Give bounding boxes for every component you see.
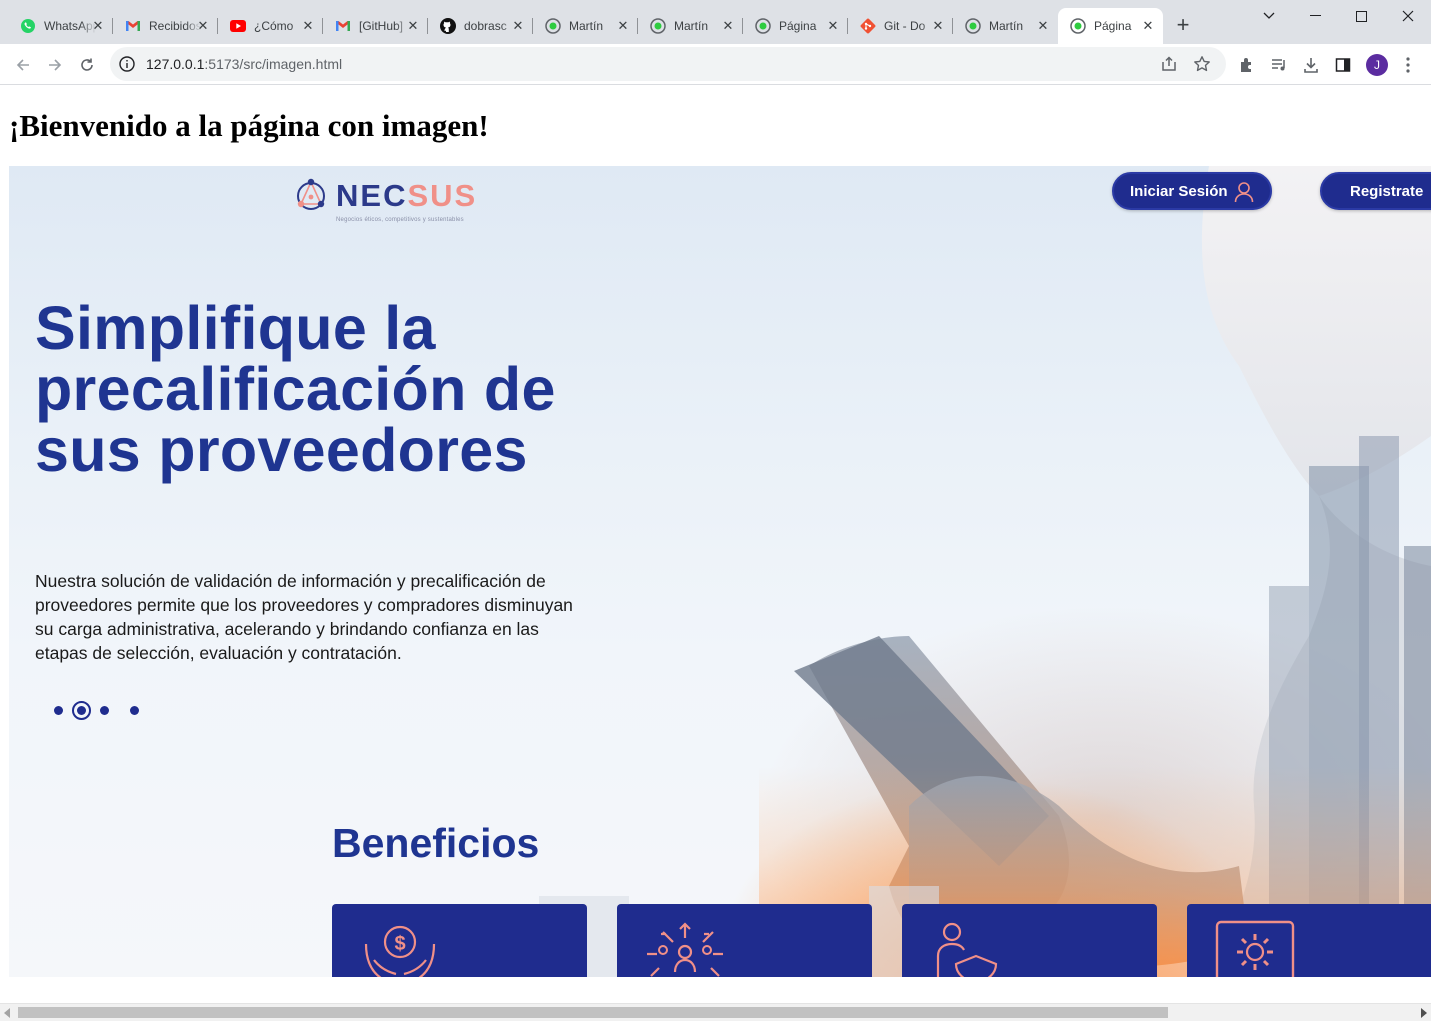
site-icon [650, 18, 666, 34]
money-hands-icon: $ [364, 925, 436, 977]
address-bar[interactable]: 127.0.0.1:5173/src/imagen.html [110, 47, 1226, 81]
menu-kebab-icon[interactable] [1398, 55, 1418, 75]
tab-title: Página [1094, 19, 1132, 33]
git-icon [860, 18, 876, 34]
close-tab-icon[interactable]: ✕ [826, 19, 840, 33]
benefits-heading: Beneficios [332, 820, 540, 866]
forward-button[interactable] [42, 52, 68, 78]
benefit-card[interactable] [617, 904, 872, 977]
close-tab-icon[interactable]: ✕ [1036, 19, 1050, 33]
tab-gmail-inbox[interactable]: Recibidos ✕ [113, 8, 218, 44]
hero-banner: NECSUS Negocios éticos, competitivos y s… [9, 166, 1431, 977]
register-button[interactable]: Registrate [1320, 172, 1431, 210]
tab-site[interactable]: Martín ✕ [953, 8, 1058, 44]
benefit-card[interactable] [902, 904, 1157, 977]
download-icon[interactable] [1301, 55, 1321, 75]
necsus-logo[interactable]: NECSUS Negocios éticos, competitivos y s… [293, 172, 493, 227]
tab-title: Martín [674, 19, 709, 33]
settings-window-icon [1215, 920, 1295, 977]
user-icon [1234, 182, 1254, 203]
hero-description: Nuestra solución de validación de inform… [35, 571, 573, 663]
close-tab-icon[interactable]: ✕ [406, 19, 420, 33]
media-controls-icon[interactable] [1269, 55, 1289, 75]
tab-youtube[interactable]: ¿Cómo ✕ [218, 8, 323, 44]
login-label: Iniciar Sesión [1130, 182, 1228, 200]
url-host: 127.0.0.1 [146, 56, 205, 72]
whatsapp-icon [20, 18, 36, 34]
side-panel-icon[interactable] [1333, 55, 1353, 75]
tab-github[interactable]: dobrasc ✕ [428, 8, 533, 44]
url-path: :5173/src/imagen.html [204, 56, 343, 72]
person-shield-icon [936, 922, 998, 977]
carousel-dot[interactable] [100, 706, 109, 715]
browser-toolbar: 127.0.0.1:5173/src/imagen.html J [0, 44, 1431, 85]
github-icon [440, 18, 456, 34]
share-icon[interactable] [1160, 55, 1178, 73]
network-molecule-icon [297, 178, 325, 210]
benefit-card[interactable]: $ [332, 904, 587, 977]
close-window-button[interactable] [1385, 0, 1431, 32]
carousel-dot[interactable] [54, 706, 63, 715]
close-tab-icon[interactable]: ✕ [721, 19, 735, 33]
gmail-icon [335, 18, 351, 34]
site-icon [1070, 18, 1086, 34]
gmail-icon [125, 18, 141, 34]
svg-text:$: $ [394, 933, 405, 955]
maximize-button[interactable] [1338, 0, 1384, 32]
back-button[interactable] [10, 52, 36, 78]
tab-title: Recibidos [149, 19, 201, 33]
close-tab-icon[interactable]: ✕ [1141, 19, 1155, 33]
tab-title: dobrasc [464, 19, 507, 33]
site-icon [755, 18, 771, 34]
close-tab-icon[interactable]: ✕ [616, 19, 630, 33]
carousel-dot-active[interactable] [72, 701, 91, 720]
carousel-indicators [50, 700, 150, 720]
site-icon [545, 18, 561, 34]
tab-title: Git - Do [884, 19, 926, 33]
tab-title: Martín [569, 19, 604, 33]
hero-title: Simplifique la precalificación de sus pr… [35, 294, 556, 484]
tab-site[interactable]: Página ✕ [743, 8, 848, 44]
network-people-icon [647, 922, 723, 977]
tab-title: WhatsApp [44, 19, 96, 33]
url-text[interactable]: 127.0.0.1:5173/src/imagen.html [146, 56, 342, 72]
scroll-left-arrow-icon[interactable] [4, 1008, 10, 1018]
tab-active[interactable]: Página ✕ [1058, 8, 1163, 44]
tab-strip: WhatsApp ✕ Recibidos ✕ ¿Cómo ✕ [GitHub] … [0, 0, 1431, 44]
close-tab-icon[interactable]: ✕ [196, 19, 210, 33]
site-info-icon[interactable] [118, 55, 136, 73]
tab-site[interactable]: Martín ✕ [533, 8, 638, 44]
reload-button[interactable] [74, 52, 100, 78]
tab-git-docs[interactable]: Git - Do ✕ [848, 8, 953, 44]
site-icon [965, 18, 981, 34]
tab-title: Página [779, 19, 817, 33]
new-tab-button[interactable]: + [1172, 14, 1194, 36]
extensions-icon[interactable] [1237, 55, 1257, 75]
close-tab-icon[interactable]: ✕ [931, 19, 945, 33]
bookmark-star-icon[interactable] [1193, 55, 1211, 73]
horizontal-scrollbar[interactable] [0, 1003, 1431, 1021]
profile-avatar[interactable]: J [1366, 54, 1388, 76]
carousel-dot[interactable] [130, 706, 139, 715]
close-tab-icon[interactable]: ✕ [301, 19, 315, 33]
scroll-right-arrow-icon[interactable] [1421, 1008, 1427, 1018]
tab-whatsapp[interactable]: WhatsApp ✕ [8, 8, 113, 44]
tab-site[interactable]: Martín ✕ [638, 8, 743, 44]
tab-search-icon[interactable] [1246, 0, 1292, 32]
logo-wordmark: NECSUS [336, 178, 478, 213]
page-title: ¡Bienvenido a la página con imagen! [9, 108, 489, 143]
minimize-button[interactable] [1292, 0, 1338, 32]
logo-tagline: Negocios éticos, competitivos y sustenta… [336, 217, 464, 223]
close-tab-icon[interactable]: ✕ [511, 19, 525, 33]
register-label: Registrate [1350, 182, 1424, 200]
benefit-card[interactable] [1187, 904, 1431, 977]
tab-title: [GitHub] [359, 19, 404, 33]
tab-title: Martín [989, 19, 1024, 33]
close-tab-icon[interactable]: ✕ [91, 19, 105, 33]
scrollbar-thumb[interactable] [18, 1007, 1168, 1018]
youtube-icon [230, 18, 246, 34]
tab-title: ¿Cómo [254, 19, 294, 33]
tab-gmail-github[interactable]: [GitHub] ✕ [323, 8, 428, 44]
login-button[interactable]: Iniciar Sesión [1112, 172, 1272, 210]
